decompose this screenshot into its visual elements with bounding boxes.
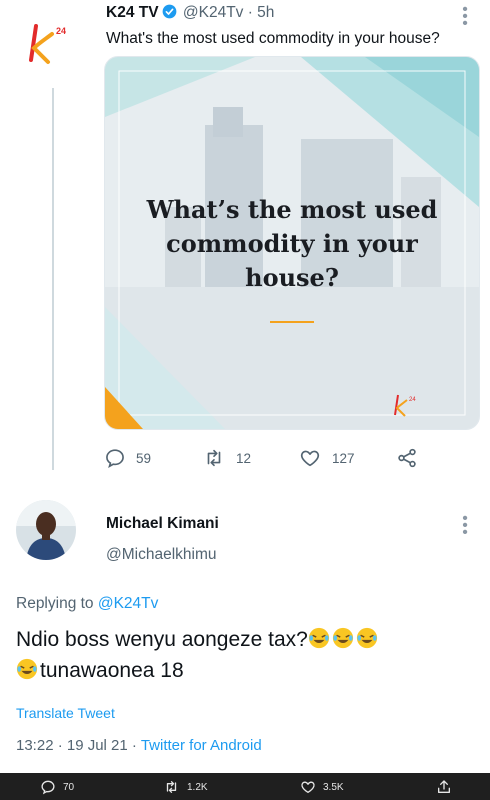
handle-time[interactable]: @K24Tv · 5h [183, 4, 275, 21]
heart-icon [301, 781, 315, 793]
reply-text: Ndio boss wenyu aongeze tax? tunawaonea … [16, 624, 476, 686]
bottom-reply-count: 70 [63, 781, 75, 793]
bottom-action-bar: 70 1.2K 3.5K [0, 773, 490, 800]
bottom-like-count: 3.5K [323, 781, 344, 793]
k24-logo-avatar[interactable]: 24 [22, 18, 72, 68]
retweet-icon [207, 449, 221, 467]
bottom-reply-action[interactable]: 70 [40, 779, 74, 795]
thread-line [52, 88, 54, 470]
reply-count: 59 [136, 450, 152, 466]
tweet-text: What's the most used commodity in your h… [106, 30, 440, 47]
replying-to: Replying to @K24Tv [16, 595, 158, 613]
bottom-retweet-action[interactable]: 1.2K [163, 779, 208, 795]
laughing-emoji-icon [356, 627, 378, 649]
bottom-retweet-count: 1.2K [187, 781, 208, 793]
reply-text-line1: Ndio boss wenyu aongeze tax? [16, 628, 308, 651]
laughing-emoji-icon [16, 658, 38, 680]
svg-text:24: 24 [409, 397, 416, 403]
reply-action[interactable]: 59 [104, 446, 151, 470]
reply-author-name[interactable]: Michael Kimani [106, 515, 219, 533]
laughing-emoji-icon [332, 627, 354, 649]
svg-text:24: 24 [56, 26, 66, 36]
retweet-action[interactable]: 12 [202, 446, 251, 470]
replying-to-handle[interactable]: @K24Tv [98, 595, 159, 612]
laughing-emoji-icon [308, 627, 330, 649]
reply-more-options-icon[interactable]: • • • [460, 511, 470, 541]
more-options-icon[interactable]: • • • [460, 2, 470, 32]
reply-author-avatar[interactable] [16, 500, 76, 560]
media-title: What’s the most used commodity in your h… [146, 195, 438, 292]
bottom-like-action[interactable]: 3.5K [300, 779, 344, 795]
tweet-source[interactable]: Twitter for Android [141, 737, 262, 754]
timestamp[interactable]: 13:22 · 19 Jul 21 · [16, 737, 141, 754]
heart-icon [300, 450, 320, 467]
share-action[interactable] [396, 446, 428, 470]
reply-icon [41, 780, 55, 795]
retweet-icon [166, 781, 177, 793]
bottom-share-action[interactable] [436, 779, 459, 795]
author-name[interactable]: K24 TV [106, 4, 159, 21]
tweet-media-image[interactable]: 24 What’s the most used commodity in you… [104, 56, 480, 430]
tweet-header: K24 TV @K24Tv · 5h [106, 4, 274, 24]
reply-icon [106, 449, 124, 468]
upload-share-icon [438, 780, 450, 793]
translate-tweet-link[interactable]: Translate Tweet [16, 705, 115, 721]
verified-badge-icon [162, 4, 177, 24]
like-action[interactable]: 127 [298, 446, 355, 470]
like-count: 127 [332, 450, 355, 466]
replying-to-label: Replying to [16, 595, 94, 612]
reply-text-line2: tunawaonea 18 [40, 659, 184, 682]
tweet-metadata: 13:22 · 19 Jul 21 · Twitter for Android [16, 737, 262, 754]
reply-author-handle[interactable]: @Michaelkhimu [106, 546, 217, 564]
share-icon [398, 448, 416, 468]
retweet-count: 12 [236, 450, 252, 466]
